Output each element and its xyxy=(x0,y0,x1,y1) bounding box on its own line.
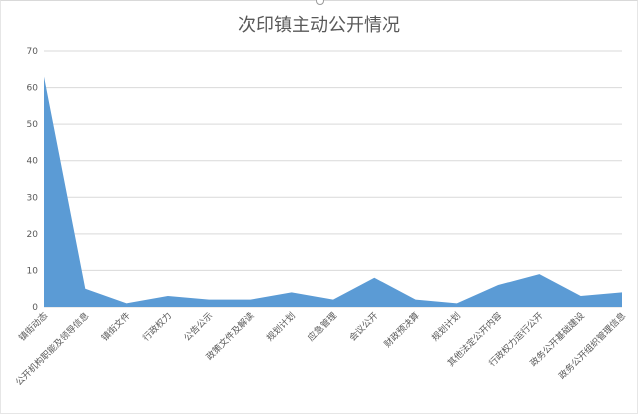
chart-title: 次印镇主动公开情况 xyxy=(238,15,400,36)
area-chart: 次印镇主动公开情况 0 10 20 30 40 50 60 70 镇街动态公开机构职能及领导信… xyxy=(13,15,628,388)
grid-layer xyxy=(44,50,622,308)
x-tick-label: 规划计划 xyxy=(429,310,463,344)
y-tick-label: 50 xyxy=(27,120,39,130)
x-axis: 镇街动态公开机构职能及领导信息 镇街文件 行政权力 公告公示政策文件及解读 规划计划 应急… xyxy=(13,310,628,388)
x-tick-label: 公开机构职能及领导信息 xyxy=(13,310,91,388)
x-tick-label: 镇街文件 xyxy=(99,310,133,344)
y-tick-label: 20 xyxy=(27,230,39,240)
y-tick-label: 60 xyxy=(27,84,39,94)
x-tick-label: 应急管理 xyxy=(305,310,339,344)
y-tick-label: 40 xyxy=(27,157,39,167)
x-tick-label: 规划计划 xyxy=(264,310,298,344)
area-layer xyxy=(44,76,622,307)
x-tick-label: 政务公开组织管理信息 xyxy=(556,310,628,382)
y-tick-label: 10 xyxy=(27,266,39,276)
chart-frame: 次印镇主动公开情况 0 10 20 30 40 50 60 70 镇街动态 公开机构职能及领导信… xyxy=(0,0,638,414)
x-tick-label: 镇街动态 xyxy=(16,310,50,344)
y-tick-label: 0 xyxy=(32,303,38,313)
y-tick-label: 30 xyxy=(27,193,39,203)
x-tick-label: 财政预决算 xyxy=(381,310,421,350)
x-tick-label: 会议公开 xyxy=(346,310,380,344)
y-tick-label: 70 xyxy=(27,47,39,57)
x-tick-label: 行政权力 xyxy=(140,310,174,344)
series-area xyxy=(44,76,622,307)
x-tick-label: 公告公示 xyxy=(181,310,215,344)
y-axis: 0 10 20 30 40 50 60 70 xyxy=(27,47,39,313)
